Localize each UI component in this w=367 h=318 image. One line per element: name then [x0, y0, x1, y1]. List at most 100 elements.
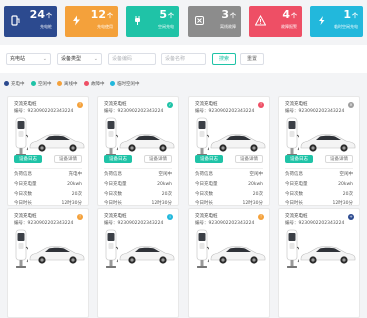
device-name: 交流充电桩 [104, 214, 127, 219]
device-card[interactable]: 交流充电桩 编号：9230902202343224 ✓ 设备日志 设备详情 负荷信息 空闲中… [97, 96, 179, 206]
charger-image [285, 229, 301, 269]
car-image [28, 243, 86, 265]
device-detail-button[interactable]: 设备详情 [235, 155, 263, 163]
info-value: 12时30分 [242, 201, 263, 206]
station-select[interactable]: 充电站 ⌄ [6, 53, 51, 65]
info-row: 今日次数 20次 [195, 192, 263, 198]
device-name: 交流充电桩 [285, 214, 308, 219]
car-image [118, 243, 176, 265]
car-image [28, 131, 86, 153]
info-key: 今日时长 [285, 201, 303, 206]
device-card[interactable]: 交流充电桩 编号：9230902202343224! 设备日志 设备详情 负荷信息 空闲中… [188, 96, 270, 206]
legend-item: 空闲中 [31, 80, 52, 89]
status-icon: × [348, 102, 354, 108]
stat-card-fault[interactable]: 4个 故障报警 [249, 6, 302, 37]
filter-bar: 充电站 ⌄ 设备类型 ⌄ 设备编码 设备名称 搜索 重置 [0, 45, 367, 73]
info-value: 空闲中 [158, 172, 173, 177]
info-key: 今日时长 [14, 201, 32, 206]
info-row: 今日充电量 20kwh [285, 182, 353, 188]
stat-label: 充电使用 [97, 24, 113, 29]
device-log-button[interactable]: 设备日志 [285, 155, 313, 163]
stat-card-idle[interactable]: 5个 空闲充电 [126, 6, 179, 37]
search-button[interactable]: 搜索 [212, 53, 236, 65]
status-icon: i [167, 214, 173, 220]
charger-image [285, 117, 301, 157]
stat-card-offline[interactable]: 3个 离线故障 [188, 6, 241, 37]
info-row: 负荷信息 充电中 [14, 172, 82, 178]
stat-unit: 个 [167, 13, 174, 20]
device-name-input[interactable]: 设备名称 [161, 53, 206, 65]
legend-dot [110, 80, 115, 86]
stat-value: 1 [343, 8, 351, 21]
device-name: 交流充电桩 [285, 102, 308, 107]
stat-unit: 个 [290, 13, 297, 20]
stat-value: 12 [90, 8, 106, 21]
device-card[interactable]: 交流充电桩 编号：9230902202343224! 设备日志 设备详情 负荷信息 充电中… [7, 96, 89, 206]
divider [104, 168, 172, 169]
plug-icon [131, 14, 144, 27]
charger-icon [9, 14, 22, 27]
stat-value: 3 [221, 8, 229, 21]
info-row: 负荷信息 空闲中 [195, 172, 263, 178]
legend-item: 离线中 [57, 80, 78, 89]
legend-item: 故障中 [84, 80, 105, 89]
bolt-icon [70, 14, 83, 27]
info-value: 20次 [342, 192, 353, 197]
device-name: 交流充电桩 [195, 214, 218, 219]
status-icon: ✓ [167, 102, 173, 108]
device-code: 编号：9230902202343224 [285, 109, 345, 114]
device-code: 编号：9230902202343224 [14, 221, 74, 226]
device-name: 交流充电桩 [14, 102, 37, 107]
charger-image [195, 229, 211, 269]
info-icon [315, 14, 328, 27]
info-key: 今日次数 [14, 192, 32, 197]
car-image [118, 131, 176, 153]
info-key: 今日充电量 [104, 182, 127, 187]
divider [14, 168, 82, 169]
device-detail-button[interactable]: 设备详情 [54, 155, 82, 163]
device-card[interactable]: 交流充电桩 编号：9230902202343224! [188, 208, 270, 318]
car-image [299, 131, 357, 153]
legend-dot [4, 80, 9, 86]
charger-image [104, 229, 120, 269]
info-value: 20kwh [67, 182, 82, 187]
stat-value: 5 [159, 8, 167, 21]
device-card[interactable]: 交流充电桩 编号：9230902202343224 × 设备日志 设备详情 负荷信息 空闲中… [278, 96, 360, 206]
device-log-button[interactable]: 设备日志 [14, 155, 42, 163]
stat-value: 4 [282, 8, 290, 21]
device-log-button[interactable]: 设备日志 [195, 155, 223, 163]
device-name: 交流充电桩 [195, 102, 218, 107]
stat-label: 离线故障 [220, 24, 236, 29]
device-code-input[interactable]: 设备编码 [108, 53, 156, 65]
stats-bar: 24个 充电桩 12个 充电使用 5个 空闲充电 3个 离线故障 4个 故障报警… [4, 6, 363, 37]
info-key: 今日充电量 [195, 182, 218, 187]
stat-value: 24 [29, 8, 45, 21]
legend-dot [57, 80, 62, 86]
info-key: 负荷信息 [285, 172, 303, 177]
info-value: 20次 [252, 192, 263, 197]
device-code: 编号：9230902202343224 [195, 221, 255, 226]
stat-card-chargers[interactable]: 24个 充电桩 [4, 6, 57, 37]
legend-item: 临时空闲中 [110, 80, 140, 89]
device-card[interactable]: 交流充电桩 编号：9230902202343224 + [278, 208, 360, 318]
chevron-down-icon: ⌄ [93, 56, 98, 62]
info-value: 20kwh [338, 182, 353, 187]
car-image [209, 131, 267, 153]
device-detail-button[interactable]: 设备详情 [325, 155, 353, 163]
info-row: 今日时长 12时30分 [285, 201, 353, 206]
legend-dot [84, 80, 89, 86]
device-detail-button[interactable]: 设备详情 [144, 155, 172, 163]
device-code: 编号：9230902202343224 [195, 109, 255, 114]
stat-card-charging[interactable]: 12个 充电使用 [65, 6, 118, 37]
device-type-select[interactable]: 设备类型 ⌄ [57, 53, 102, 65]
info-key: 今日次数 [195, 192, 213, 197]
info-key: 今日时长 [104, 201, 122, 206]
charger-image [195, 117, 211, 157]
device-card[interactable]: 交流充电桩 编号：9230902202343224 i [97, 208, 179, 318]
stat-card-temp-idle[interactable]: 1个 临时空闲充电 [310, 6, 363, 37]
info-row: 今日次数 20次 [14, 192, 82, 198]
device-card[interactable]: 交流充电桩 编号：9230902202343224! [7, 208, 89, 318]
device-log-button[interactable]: 设备日志 [104, 155, 132, 163]
stat-label: 临时空闲充电 [334, 24, 358, 29]
reset-button[interactable]: 重置 [240, 53, 264, 65]
